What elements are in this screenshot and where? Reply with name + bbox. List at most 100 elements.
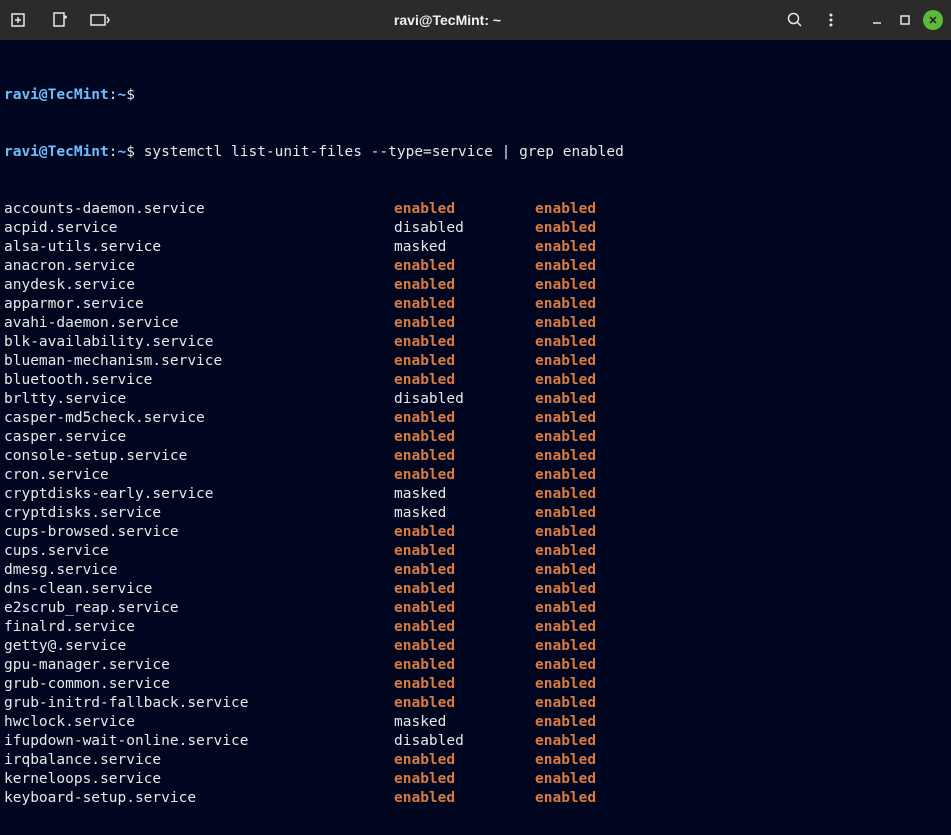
service-row: cryptdisks-early.servicemaskedenabled xyxy=(4,485,947,504)
service-state2: enabled xyxy=(535,333,596,352)
close-button[interactable] xyxy=(923,10,943,30)
service-row: casper-md5check.serviceenabledenabled xyxy=(4,409,947,428)
service-row: brltty.servicedisabledenabled xyxy=(4,390,947,409)
service-state2: enabled xyxy=(535,675,596,694)
service-state2: enabled xyxy=(535,542,596,561)
prompt-path: ~ xyxy=(118,143,127,162)
service-state1: enabled xyxy=(394,333,535,352)
service-name: cryptdisks.service xyxy=(4,504,394,523)
service-list: accounts-daemon.serviceenabledenabledacp… xyxy=(4,200,947,808)
service-state2: enabled xyxy=(535,371,596,390)
service-state1: enabled xyxy=(394,276,535,295)
service-name: cron.service xyxy=(4,466,394,485)
service-row: e2scrub_reap.serviceenabledenabled xyxy=(4,599,947,618)
window-title: ravi@TecMint: ~ xyxy=(112,12,783,28)
menu-icon[interactable] xyxy=(819,8,843,32)
service-state1: enabled xyxy=(394,561,535,580)
titlebar: ravi@TecMint: ~ xyxy=(0,0,951,40)
service-name: keyboard-setup.service xyxy=(4,789,394,808)
service-name: kerneloops.service xyxy=(4,770,394,789)
service-state2: enabled xyxy=(535,485,596,504)
service-state1: masked xyxy=(394,504,535,523)
new-tab-icon[interactable] xyxy=(8,8,32,32)
service-name: anydesk.service xyxy=(4,276,394,295)
service-name: avahi-daemon.service xyxy=(4,314,394,333)
service-name: grub-initrd-fallback.service xyxy=(4,694,394,713)
service-row: blk-availability.serviceenabledenabled xyxy=(4,333,947,352)
service-name: finalrd.service xyxy=(4,618,394,637)
prompt-line-1: ravi@TecMint:~$ xyxy=(4,86,947,105)
window-controls xyxy=(867,10,943,30)
service-name: grub-common.service xyxy=(4,675,394,694)
service-row: avahi-daemon.serviceenabledenabled xyxy=(4,314,947,333)
service-state2: enabled xyxy=(535,618,596,637)
service-state2: enabled xyxy=(535,466,596,485)
service-name: dmesg.service xyxy=(4,561,394,580)
service-row: irqbalance.serviceenabledenabled xyxy=(4,751,947,770)
maximize-button[interactable] xyxy=(895,10,915,30)
service-state2: enabled xyxy=(535,751,596,770)
service-state1: enabled xyxy=(394,295,535,314)
service-row: casper.serviceenabledenabled xyxy=(4,428,947,447)
service-name: apparmor.service xyxy=(4,295,394,314)
service-name: cups.service xyxy=(4,542,394,561)
service-row: anydesk.serviceenabledenabled xyxy=(4,276,947,295)
prompt-line-2: ravi@TecMint:~$ systemctl list-unit-file… xyxy=(4,143,947,162)
service-state2: enabled xyxy=(535,580,596,599)
service-state1: enabled xyxy=(394,694,535,713)
service-name: casper.service xyxy=(4,428,394,447)
service-state1: enabled xyxy=(394,599,535,618)
service-state1: disabled xyxy=(394,219,535,238)
service-row: anacron.serviceenabledenabled xyxy=(4,257,947,276)
service-state2: enabled xyxy=(535,561,596,580)
service-state2: enabled xyxy=(535,276,596,295)
command-text: systemctl list-unit-files --type=service… xyxy=(144,143,624,162)
service-row: getty@.serviceenabledenabled xyxy=(4,637,947,656)
service-state1: enabled xyxy=(394,637,535,656)
service-state1: enabled xyxy=(394,371,535,390)
prompt-dollar: $ xyxy=(126,143,135,162)
service-state2: enabled xyxy=(535,314,596,333)
service-state1: masked xyxy=(394,485,535,504)
service-name: console-setup.service xyxy=(4,447,394,466)
service-state1: masked xyxy=(394,238,535,257)
service-row: ifupdown-wait-online.servicedisabledenab… xyxy=(4,732,947,751)
service-state2: enabled xyxy=(535,504,596,523)
service-state2: enabled xyxy=(535,789,596,808)
service-state2: enabled xyxy=(535,390,596,409)
minimize-button[interactable] xyxy=(867,10,887,30)
service-name: blk-availability.service xyxy=(4,333,394,352)
service-row: dns-clean.serviceenabledenabled xyxy=(4,580,947,599)
service-row: blueman-mechanism.serviceenabledenabled xyxy=(4,352,947,371)
service-state1: enabled xyxy=(394,409,535,428)
service-state2: enabled xyxy=(535,523,596,542)
terminal-output[interactable]: ravi@TecMint:~$ ravi@TecMint:~$ systemct… xyxy=(0,40,951,835)
service-name: blueman-mechanism.service xyxy=(4,352,394,371)
service-row: cups.serviceenabledenabled xyxy=(4,542,947,561)
search-icon[interactable] xyxy=(783,8,807,32)
service-row: bluetooth.serviceenabledenabled xyxy=(4,371,947,390)
service-row: cron.serviceenabledenabled xyxy=(4,466,947,485)
service-row: apparmor.serviceenabledenabled xyxy=(4,295,947,314)
service-state2: enabled xyxy=(535,428,596,447)
service-row: keyboard-setup.serviceenabledenabled xyxy=(4,789,947,808)
service-row: accounts-daemon.serviceenabledenabled xyxy=(4,200,947,219)
service-name: accounts-daemon.service xyxy=(4,200,394,219)
new-window-icon[interactable] xyxy=(48,8,72,32)
service-state1: enabled xyxy=(394,580,535,599)
prompt-path: ~ xyxy=(118,86,127,105)
service-state1: enabled xyxy=(394,352,535,371)
prompt-user: ravi@TecMint xyxy=(4,143,109,162)
service-name: irqbalance.service xyxy=(4,751,394,770)
service-state1: enabled xyxy=(394,523,535,542)
prompt-user: ravi@TecMint xyxy=(4,86,109,105)
service-state2: enabled xyxy=(535,713,596,732)
service-state2: enabled xyxy=(535,599,596,618)
service-state1: enabled xyxy=(394,447,535,466)
service-state2: enabled xyxy=(535,295,596,314)
service-state1: enabled xyxy=(394,428,535,447)
service-state1: enabled xyxy=(394,200,535,219)
service-state1: enabled xyxy=(394,257,535,276)
service-row: dmesg.serviceenabledenabled xyxy=(4,561,947,580)
overview-icon[interactable] xyxy=(88,8,112,32)
